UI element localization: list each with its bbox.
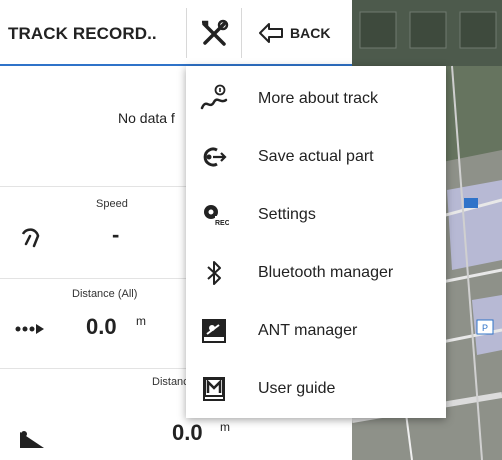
distance-value: 0.0 [172, 420, 203, 445]
menu-item-label: User guide [258, 380, 336, 397]
menu-item-label: Bluetooth manager [258, 264, 394, 281]
distance-all-value: 0.0 [86, 314, 117, 339]
menu-item-more-about-track[interactable]: More about track [186, 70, 446, 128]
svg-text:REC: REC [215, 220, 229, 227]
distance-unit: m [220, 420, 230, 434]
distance-dots-icon [15, 324, 44, 334]
ant-icon [202, 319, 226, 343]
distance-label: Distanc [152, 376, 189, 388]
bluetooth-icon [207, 261, 221, 285]
page-title[interactable]: TRACK RECORD.. [8, 24, 157, 44]
menu-item-ant-manager[interactable]: ANT manager [186, 302, 446, 360]
distance-all-label: Distance (All) [72, 288, 138, 300]
menu-item-label: Save actual part [258, 148, 374, 165]
menu-item-label: More about track [258, 90, 379, 107]
svg-text:P: P [482, 323, 488, 333]
distance-all-unit: m [136, 314, 146, 328]
no-data-text: No data f [118, 110, 175, 126]
elevation-icon [20, 431, 44, 448]
tools-button[interactable] [186, 8, 242, 58]
menu-item-label: ANT manager [258, 322, 358, 339]
menu-item-settings[interactable]: REC Settings [186, 186, 446, 244]
back-label: BACK [290, 25, 331, 41]
back-button[interactable]: BACK [252, 8, 348, 58]
user-guide-icon [203, 377, 225, 401]
speed-value: - [112, 222, 120, 247]
toolbar: TRACK RECORD.. BACK [0, 0, 352, 66]
tools-icon [202, 19, 229, 46]
back-arrow-icon [259, 23, 283, 43]
save-part-icon [203, 147, 227, 167]
menu-item-save-actual-part[interactable]: Save actual part [186, 128, 446, 186]
popup-menu: More about track Save actual part REC Se… [186, 66, 446, 418]
speedometer-icon [21, 228, 40, 248]
menu-item-label: Settings [258, 206, 316, 223]
settings-rec-icon: REC [204, 205, 229, 227]
menu-item-user-guide[interactable]: User guide [186, 360, 446, 418]
menu-item-bluetooth-manager[interactable]: Bluetooth manager [186, 244, 446, 302]
speed-label: Speed [96, 198, 128, 210]
track-info-icon [200, 84, 228, 110]
